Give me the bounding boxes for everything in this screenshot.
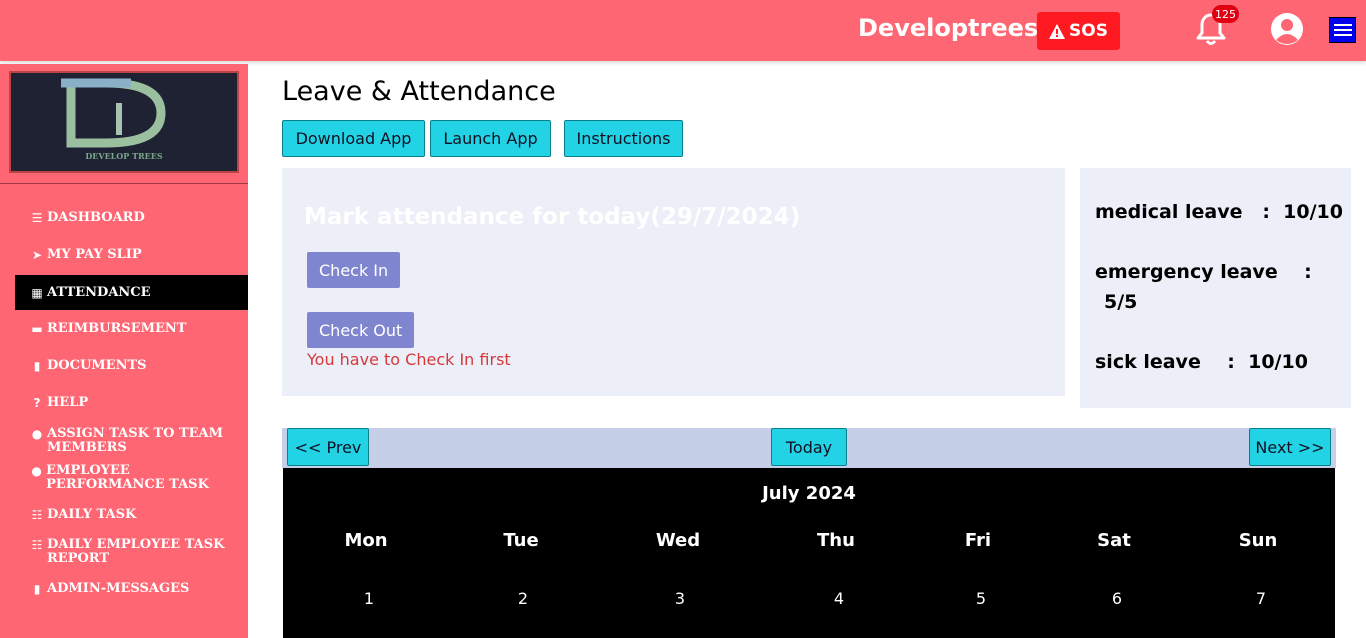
emergency-leave-value: 5/5	[1104, 291, 1138, 313]
sick-leave: sick leave : 10/10	[1095, 351, 1308, 373]
calendar-toolbar: << Prev Today Next >>	[282, 428, 1336, 468]
sidebar-item-label: MY PAY SLIP	[47, 247, 142, 262]
users-icon: ●	[31, 427, 43, 441]
weekday-header: Sun	[1238, 530, 1278, 551]
file-icon: ▮	[33, 359, 41, 373]
sidebar-item-attendance[interactable]: ▦ ATTENDANCE	[15, 275, 248, 310]
calendar-date[interactable]: 4	[799, 589, 879, 608]
hamburger-icon	[1333, 24, 1352, 26]
tasks-icon: ☷	[31, 508, 43, 522]
weekday-header: Fri	[964, 530, 992, 551]
emergency-leave: emergency leave :	[1095, 261, 1312, 283]
weekday-header: Sat	[1097, 530, 1131, 551]
sidebar-item-label: EMPLOYEE PERFORMANCE TASK	[46, 463, 209, 492]
user-edit-icon: ●	[31, 464, 42, 478]
sidebar-item-label: ATTENDANCE	[47, 284, 151, 300]
credit-card-icon: ▬	[31, 322, 43, 336]
weekday-header: Tue	[503, 530, 539, 551]
sos-button[interactable]: SOS	[1037, 12, 1120, 50]
sidebar-item-help[interactable]: ? HELP	[15, 395, 248, 411]
attendance-title: Mark attendance for today(29/7/2024)	[304, 204, 801, 230]
weekday-header: Thu	[817, 530, 855, 551]
sidebar-item-dashboard[interactable]: ☰ DASHBOARD	[15, 210, 248, 226]
launch-app-button[interactable]: Launch App	[430, 120, 551, 157]
notification-badge: 125	[1212, 5, 1239, 23]
calendar-date[interactable]: 2	[483, 589, 563, 608]
weekday-header: Wed	[655, 530, 701, 551]
sos-label: SOS	[1069, 21, 1108, 41]
file-icon: ▮	[33, 582, 41, 596]
sidebar-item-label: HELP	[47, 395, 89, 410]
logo-graphic: DEVELOP TREES	[61, 78, 166, 161]
check-out-button[interactable]: Check Out	[307, 312, 415, 348]
sidebar-item-employee-performance[interactable]: ● EMPLOYEE PERFORMANCE TASK	[15, 464, 248, 492]
calendar-month: July 2024	[762, 483, 856, 504]
company-logo[interactable]: DEVELOP TREES	[9, 71, 239, 173]
calendar-date[interactable]: 1	[329, 589, 409, 608]
attendance-panel: Mark attendance for today(29/7/2024) Che…	[282, 168, 1065, 396]
list-icon: ☰	[31, 211, 43, 225]
hamburger-menu-button[interactable]	[1329, 17, 1356, 43]
brand-name: Developtrees	[858, 14, 1039, 42]
sidebar-item-label: ASSIGN TASK TO TEAM MEMBERS	[47, 426, 224, 455]
logo-text: DEVELOP TREES	[85, 151, 163, 161]
sidebar-item-label: DASHBOARD	[47, 210, 145, 225]
medical-leave: medical leave : 10/10	[1095, 201, 1343, 223]
tasks-icon: ☷	[31, 538, 43, 552]
calendar-icon: ▦	[31, 285, 43, 300]
check-in-button[interactable]: Check In	[307, 252, 401, 288]
sidebar-item-admin-messages[interactable]: ▮ ADMIN-MESSAGES	[15, 581, 248, 597]
sidebar-item-reimbursement[interactable]: ▬ REIMBURSEMENT	[15, 321, 248, 337]
sidebar-item-label: DAILY TASK	[47, 507, 137, 522]
sidebar-item-daily-employee-task-report[interactable]: ☷ DAILY EMPLOYEE TASK REPORT	[15, 538, 248, 566]
calendar-date[interactable]: 6	[1077, 589, 1157, 608]
sidebar-item-assign-task[interactable]: ● ASSIGN TASK TO TEAM MEMBERS	[15, 427, 248, 455]
sidebar-item-label: ADMIN-MESSAGES	[47, 581, 190, 596]
hamburger-line	[1333, 29, 1352, 31]
leave-balance-panel: medical leave : 10/10 emergency leave : …	[1080, 168, 1351, 408]
prev-button[interactable]: << Prev	[287, 428, 369, 466]
top-bar: Developtrees SOS 125	[0, 0, 1366, 61]
calendar-date[interactable]: 5	[941, 589, 1021, 608]
check-in-warning: You have to Check In first	[307, 350, 511, 369]
question-circle-icon: ?	[33, 396, 41, 410]
paper-plane-icon: ➤	[31, 248, 43, 262]
sidebar-item-daily-task[interactable]: ☷ DAILY TASK	[15, 507, 248, 523]
sidebar-divider	[0, 183, 248, 184]
sidebar-item-label: REIMBURSEMENT	[47, 321, 187, 336]
user-icon[interactable]	[1270, 12, 1304, 46]
instructions-button[interactable]: Instructions	[564, 120, 683, 157]
download-app-button[interactable]: Download App	[282, 120, 425, 157]
calendar: July 2024 Mon Tue Wed Thu Fri Sat Sun 1 …	[283, 468, 1335, 638]
hamburger-line	[1333, 34, 1352, 36]
sidebar-item-my-pay-slip[interactable]: ➤ MY PAY SLIP	[15, 247, 248, 263]
sidebar: DEVELOP TREES ☰ DASHBOARD ➤ MY PAY SLIP ▦ A…	[0, 64, 248, 638]
calendar-date[interactable]: 7	[1221, 589, 1301, 608]
next-button[interactable]: Next >>	[1249, 428, 1331, 466]
sidebar-item-label: DOCUMENTS	[47, 358, 147, 373]
sidebar-item-label: DAILY EMPLOYEE TASK REPORT	[47, 537, 225, 566]
warning-icon	[1049, 23, 1066, 39]
sidebar-item-documents[interactable]: ▮ DOCUMENTS	[15, 358, 248, 374]
calendar-date[interactable]: 3	[640, 589, 720, 608]
today-button[interactable]: Today	[771, 428, 847, 466]
page-title: Leave & Attendance	[282, 76, 556, 107]
weekday-header: Mon	[344, 530, 388, 551]
